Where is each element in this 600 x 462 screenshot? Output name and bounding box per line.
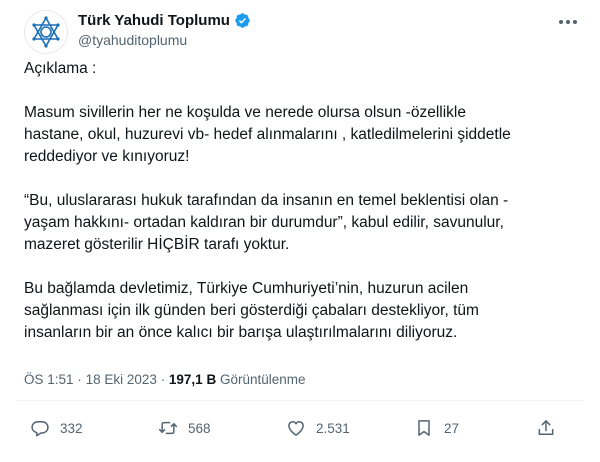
views-label: Görüntülenme — [219, 372, 306, 387]
heart-icon — [288, 421, 304, 436]
author-display-name[interactable]: Türk Yahudi Toplumu — [78, 12, 230, 29]
like-button[interactable]: 2.531 — [286, 418, 350, 438]
share-button[interactable] — [536, 418, 556, 438]
tweet-paragraph: Bu bağlamda devletimiz, Türkiye Cumhuriy… — [24, 280, 479, 341]
bookmark-icon — [418, 420, 430, 436]
reply-icon — [31, 421, 49, 437]
tweet-time[interactable]: ÖS 1:51 — [24, 372, 74, 387]
author-handle[interactable]: @tyahuditoplumu — [78, 32, 251, 48]
tweet-paragraph: Masum sivillerin her ne koşulda ve nered… — [24, 104, 511, 165]
tweet-paragraph: Açıklama : — [24, 60, 97, 77]
divider — [16, 400, 584, 401]
repost-count: 568 — [188, 420, 211, 436]
repost-button[interactable]: 568 — [158, 418, 211, 438]
tweet-paragraph: “Bu, uluslararası hukuk tarafından da in… — [24, 192, 509, 253]
meta-separator: · — [77, 372, 82, 387]
bookmark-button[interactable]: 27 — [414, 418, 459, 438]
views-count[interactable]: 197,1 B — [169, 372, 216, 387]
more-options-icon[interactable] — [556, 14, 580, 30]
like-count: 2.531 — [316, 420, 350, 436]
star-of-david-logo — [32, 16, 60, 48]
tweet-meta: ÖS 1:51 · 18 Eki 2023 · 197,1 B Görüntül… — [24, 372, 306, 387]
tweet-text: Açıklama : Masum sivillerin her ne koşul… — [24, 58, 586, 344]
meta-separator: · — [160, 372, 166, 387]
bookmark-count: 27 — [444, 420, 460, 436]
share-icon — [538, 420, 554, 435]
verified-badge-icon[interactable] — [234, 12, 251, 29]
reply-count: 332 — [60, 420, 83, 436]
repost-icon — [158, 421, 178, 435]
tweet-header: Türk Yahudi Toplumu @tyahuditoplumu — [24, 10, 584, 56]
author-name-row[interactable]: Türk Yahudi Toplumu — [78, 12, 251, 29]
author-info: Türk Yahudi Toplumu @tyahuditoplumu — [78, 12, 251, 48]
reply-button[interactable]: 332 — [30, 418, 83, 438]
avatar[interactable] — [24, 10, 68, 54]
tweet-date[interactable]: 18 Eki 2023 — [86, 372, 157, 387]
action-bar: 332 568 2.531 27 — [30, 418, 560, 442]
